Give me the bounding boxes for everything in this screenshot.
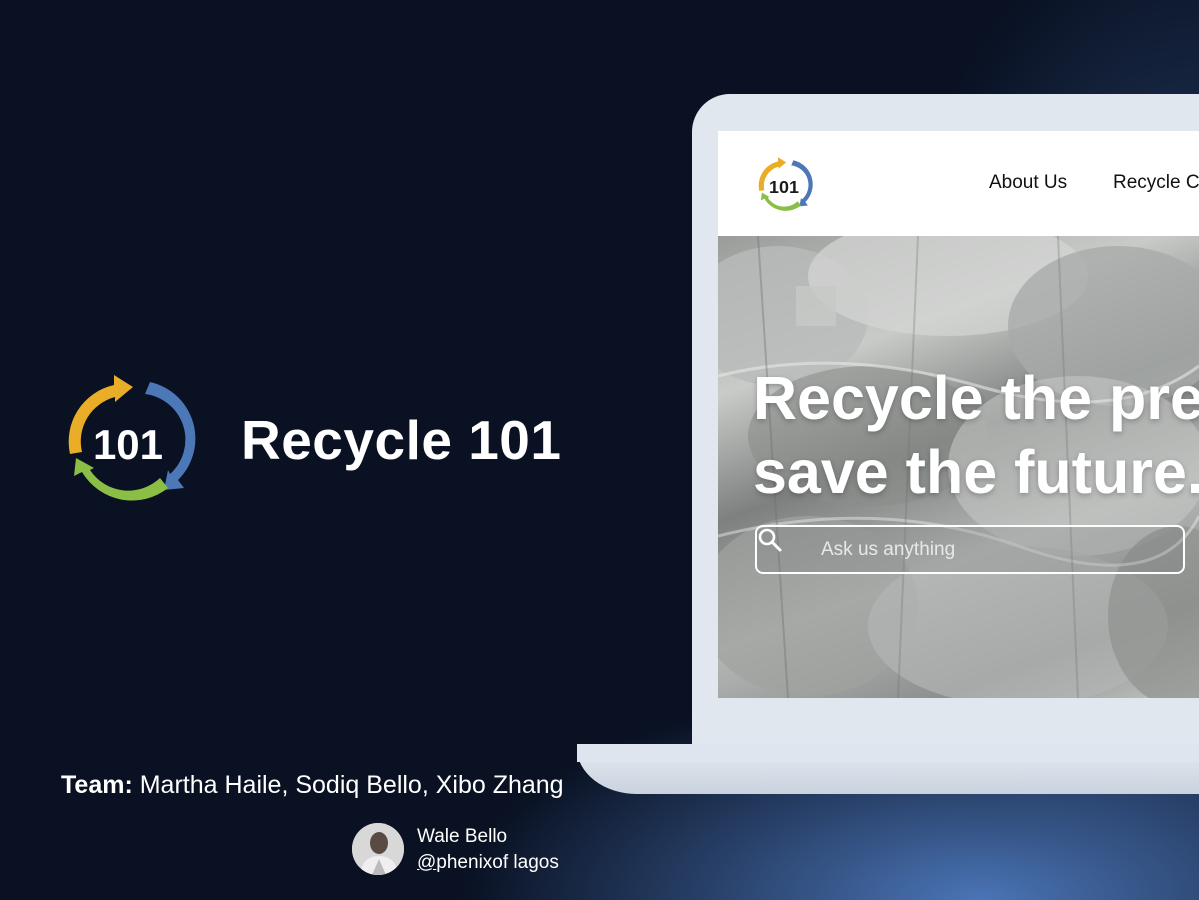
team-credits: Team: Martha Haile, Sodiq Bello, Xibo Zh…: [61, 768, 564, 802]
site-navbar: 101 About Us Recycle Ca: [718, 131, 1199, 236]
site-logo[interactable]: 101: [755, 156, 813, 214]
author-handle-text: phenixof lagos: [436, 852, 559, 873]
team-members: Martha Haile, Sodiq Bello, Xibo Zhang: [139, 771, 564, 799]
hero-headline: Recycle the pres save the future.: [753, 361, 1199, 509]
author-handle-at: @: [417, 852, 437, 873]
search-input[interactable]: [819, 535, 1173, 565]
author-handle[interactable]: @phenixof lagos: [417, 852, 559, 874]
nav-link-recycle-categories[interactable]: Recycle Ca: [1113, 172, 1199, 194]
hero-headline-line1: Recycle the pres: [753, 364, 1199, 432]
hero-headline-line2: save the future.: [753, 438, 1199, 506]
laptop-base-hinge: [577, 744, 1199, 762]
laptop-screen: 101 About Us Recycle Ca Recycle the pres…: [718, 131, 1199, 698]
hero-search-bar[interactable]: [755, 525, 1185, 574]
team-label: Team:: [61, 771, 133, 799]
svg-text:101: 101: [769, 177, 799, 197]
brand-title: Recycle 101: [241, 409, 562, 471]
author-name: Wale Bello: [417, 826, 508, 847]
search-icon: [758, 528, 782, 552]
hero-section: Recycle the pres save the future.: [718, 236, 1199, 698]
avatar-photo: [352, 823, 404, 875]
author-avatar: [352, 823, 404, 875]
logo-text: 101: [93, 421, 163, 468]
recycle-101-logo: 101: [68, 375, 196, 501]
nav-link-about-us[interactable]: About Us: [989, 172, 1067, 194]
